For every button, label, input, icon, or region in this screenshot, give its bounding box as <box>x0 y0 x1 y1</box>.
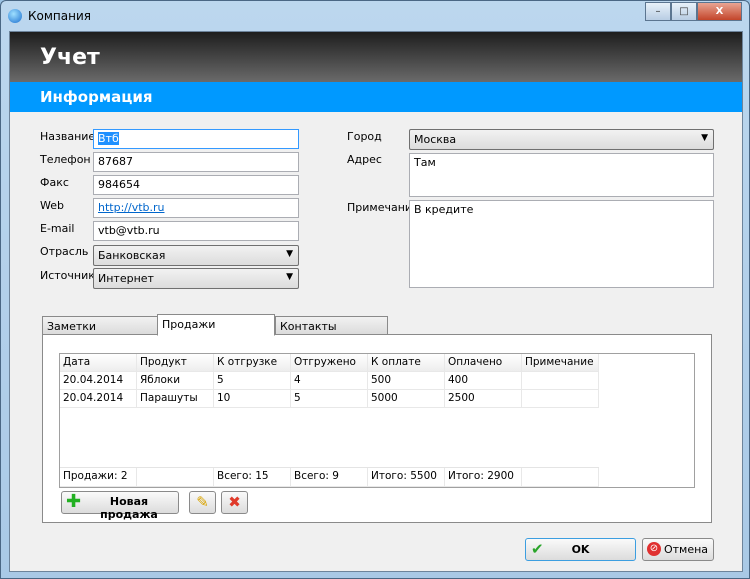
address-input[interactable]: Там <box>409 153 714 197</box>
industry-value: Банковская <box>98 249 166 262</box>
check-icon: ✔ <box>531 540 544 558</box>
new-sale-label: Новая продажа <box>100 495 158 521</box>
email-label: E-mail <box>40 222 75 235</box>
email-input[interactable]: vtb@vtb.ru <box>93 221 299 241</box>
column-header[interactable]: К отгрузке <box>214 354 291 372</box>
section-title: Информация <box>40 88 153 106</box>
fax-input[interactable]: 984654 <box>93 175 299 195</box>
cell: 20.04.2014 <box>60 372 137 390</box>
grid-footer: Продажи: 2 Всего: 15 Всего: 9 Итого: 550… <box>60 467 599 487</box>
name-value: Втб <box>98 132 119 145</box>
city-value: Москва <box>414 133 457 146</box>
column-header[interactable]: Продукт <box>137 354 214 372</box>
delete-sale-button[interactable]: ✖ <box>221 491 248 514</box>
footer-cell: Всего: 15 <box>214 468 291 487</box>
cell: 20.04.2014 <box>60 390 137 408</box>
cancel-button[interactable]: ⊘ Отмена <box>642 538 714 561</box>
minimize-button[interactable]: – <box>645 2 671 21</box>
industry-combo[interactable]: Банковская ▼ <box>93 245 299 266</box>
footer-cell: Итого: 5500 <box>368 468 445 487</box>
footer-cell <box>522 468 599 487</box>
footer-cell: Всего: 9 <box>291 468 368 487</box>
chevron-down-icon: ▼ <box>286 249 293 259</box>
cell: 10 <box>214 390 291 408</box>
window-title: Компания <box>28 9 91 23</box>
delete-icon: ✖ <box>228 493 241 511</box>
app-icon <box>8 9 22 23</box>
section-bar: Информация <box>10 82 742 112</box>
tab-notes[interactable]: Заметки <box>42 316 158 335</box>
ok-label: OK <box>571 543 590 556</box>
industry-label: Отрасль <box>40 245 89 258</box>
web-input[interactable]: http://vtb.ru <box>93 198 299 218</box>
cell: Яблоки <box>137 372 214 390</box>
page-title: Учет <box>40 45 100 70</box>
cell: 4 <box>291 372 368 390</box>
phone-label: Телефон <box>40 153 91 166</box>
cell <box>522 372 599 390</box>
footer-cell: Продажи: 2 <box>60 468 137 487</box>
cell: 5 <box>291 390 368 408</box>
chevron-down-icon: ▼ <box>286 272 293 282</box>
column-header[interactable]: Примечание <box>522 354 599 372</box>
table-row[interactable]: 20.04.2014 Парашуты 10 5 5000 2500 <box>60 390 599 408</box>
city-combo[interactable]: Москва ▼ <box>409 129 714 150</box>
header-banner: Учет <box>10 32 742 82</box>
cell: 500 <box>368 372 445 390</box>
source-combo[interactable]: Интернет ▼ <box>93 268 299 289</box>
column-header[interactable]: К оплате <box>368 354 445 372</box>
pencil-icon: ✎ <box>196 493 209 511</box>
tab-contacts[interactable]: Контакты <box>275 316 388 335</box>
column-header[interactable]: Оплачено <box>445 354 522 372</box>
company-window: Компания – □ X Учет Информация Название … <box>0 0 750 579</box>
sales-panel: Дата Продукт К отгрузке Отгружено К опла… <box>42 334 712 523</box>
column-header[interactable]: Отгружено <box>291 354 368 372</box>
note-input[interactable]: В кредите <box>409 200 714 288</box>
cell: 5 <box>214 372 291 390</box>
cell: 400 <box>445 372 522 390</box>
client-area: Учет Информация Название Втб Телефон 876… <box>9 31 743 572</box>
title-bar: Компания – □ X <box>1 1 750 31</box>
ok-button[interactable]: ✔ OK <box>525 538 636 561</box>
city-label: Город <box>347 130 382 143</box>
tab-sales[interactable]: Продажи <box>157 314 275 336</box>
cell: 2500 <box>445 390 522 408</box>
cell: Парашуты <box>137 390 214 408</box>
source-label: Источник <box>40 269 95 282</box>
column-header[interactable]: Дата <box>60 354 137 372</box>
cancel-icon: ⊘ <box>647 542 661 556</box>
web-label: Web <box>40 199 64 212</box>
name-label: Название <box>40 130 96 143</box>
footer-cell: Итого: 2900 <box>445 468 522 487</box>
address-label: Адрес <box>347 153 382 166</box>
phone-input[interactable]: 87687 <box>93 152 299 172</box>
table-row[interactable]: 20.04.2014 Яблоки 5 4 500 400 <box>60 372 599 390</box>
edit-sale-button[interactable]: ✎ <box>189 491 216 514</box>
close-button[interactable]: X <box>697 2 742 21</box>
grid-header: Дата Продукт К отгрузке Отгружено К опла… <box>60 354 599 372</box>
new-sale-button[interactable]: ✚ Новая продажа <box>61 491 179 521</box>
cell: 5000 <box>368 390 445 408</box>
source-value: Интернет <box>98 272 154 285</box>
web-link[interactable]: http://vtb.ru <box>98 201 165 214</box>
maximize-button[interactable]: □ <box>671 2 697 21</box>
fax-label: Факс <box>40 176 69 189</box>
cancel-label: Отмена <box>663 543 709 556</box>
sales-grid: Дата Продукт К отгрузке Отгружено К опла… <box>59 353 695 488</box>
footer-cell <box>137 468 214 487</box>
name-input[interactable]: Втб <box>93 129 299 149</box>
cell <box>522 390 599 408</box>
chevron-down-icon: ▼ <box>701 133 708 143</box>
plus-icon: ✚ <box>66 491 82 512</box>
